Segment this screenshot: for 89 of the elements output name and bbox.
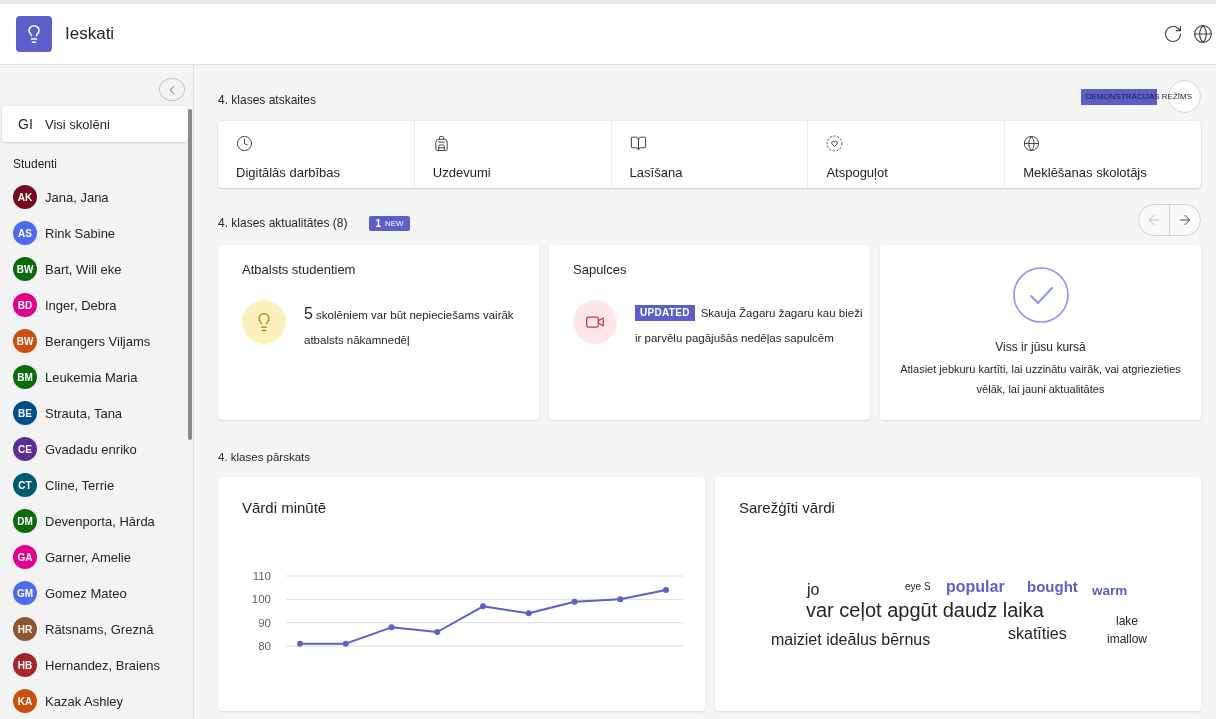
axis-label: 100 [251,593,271,606]
student-avatar: BM [13,365,37,389]
backpack-icon [432,135,450,152]
student-avatar: CE [13,437,37,461]
cloud-word: skatīties [1008,624,1067,644]
student-item[interactable]: BD Inger, Debra [2,287,188,323]
cloud-word: eye S [905,581,931,593]
check-circle-icon [1012,267,1069,323]
cloud-word: jo [807,580,820,600]
report-tile[interactable]: Digitālās darbības [218,121,415,188]
section-title: 4. klases aktualitātes (8) [218,216,348,230]
update-card[interactable]: Viss ir jūsu kursā Atlasiet jebkuru kartīti, lai uzzinātu vairāk, vai atgriezieties vēlāk, lai jauni aktualitātes [880,245,1201,420]
student-item[interactable]: BE Strauta, Tana [2,395,188,431]
app-title: Ieskati [65,24,115,44]
axis-label: 90 [258,616,271,629]
chart-title: Sarežģīti vārdi [739,499,836,517]
data-point [297,640,303,647]
card-title: Atbalsts studentiem [242,262,357,278]
student-avatar: GA [13,545,37,569]
student-avatar: GM [13,581,37,605]
student-avatar: HB [13,653,37,677]
student-item[interactable]: BM Leukemia Maria [2,359,188,395]
student-item[interactable]: GM Gomez Mateo [2,575,188,611]
student-avatar: BW [13,329,37,353]
student-avatar: DM [13,509,37,533]
new-badge: 1 NEW [369,215,410,231]
student-avatar: HR [13,617,37,641]
student-item[interactable]: GA Garner, Amelie [2,539,188,575]
arrow-left-icon [1146,212,1162,228]
student-avatar: AS [13,221,37,245]
student-avatar: KA [13,689,37,713]
card-message: 5 skolēniem var būt nepieciešams vairāk atbalsts nākamnedēļ [304,304,515,348]
report-tile[interactable]: Uzdevumi [414,121,612,188]
lightbulb-logo-icon [16,16,52,52]
report-tile[interactable]: Meklēšanas skolotājs [1005,121,1201,188]
video-camera-icon [573,300,617,344]
card-title: Viss ir jūsu kursā [995,340,1086,354]
globe-icon[interactable] [1193,24,1213,44]
student-item[interactable]: BW Berangers Viljams [2,323,188,359]
data-point [663,587,669,593]
report-tile[interactable]: Atspoguļot [808,121,1006,188]
data-point [525,610,532,617]
student-item[interactable]: HB Hernandez, Braiens [2,647,188,683]
data-point [617,596,624,603]
section-label: Studenti [13,157,59,171]
cloud-word: bought [1027,578,1078,596]
data-point [571,598,578,605]
student-item[interactable]: KA Kazak Ashley [2,683,188,719]
data-point [342,640,349,647]
chart-title: Vārdi minūtē [242,499,328,517]
update-card[interactable]: Sapulces UPDATED Skauja Žagaru žagaru kau bieži ir parvēlu pagājušās nedēļas sapulcēm [549,245,870,420]
axis-label: 80 [258,640,271,652]
data-point [388,624,395,631]
arrow-right-icon [1177,212,1193,228]
update-card[interactable]: Atbalsts studentiem 5 skolēniem var būt nepieciešams vairāk atbalsts nākamnedēļ [218,245,539,420]
student-item[interactable]: CT Cline, Terrie [2,467,188,503]
student-item[interactable]: CE Gvadadu enriko [2,431,188,467]
cloud-word: lake [1116,615,1138,629]
student-avatar: AK [13,185,37,209]
cloud-word: imallow [1107,633,1147,647]
card-message: Atlasiet jebkuru kartīti, lai uzzinātu vairāk, vai atgriezieties vēlāk, lai jauni aktualitātes [899,362,1182,397]
student-avatar: BW [13,257,37,281]
student-item[interactable]: DM Devenporta, Hārda [2,503,188,539]
book-icon [629,135,647,152]
cloud-word: warm [1092,583,1128,599]
cloud-word: popular [946,577,1005,597]
globe-icon [1023,135,1041,152]
card-message: UPDATED Skauja Žagaru žagaru kau bieži ir parvēlu pagājušās nedēļas sapulcēm [635,304,864,346]
clock-icon [236,135,253,152]
cloud-word: maiziet ideālus bērnus [771,630,931,650]
all-students-item[interactable]: GI Visi skolēni [2,106,188,142]
student-avatar: BE [13,401,37,425]
section-title: 4. klases atskaites [218,93,317,107]
student-item[interactable]: HR Rātsnams, Greznā [2,611,188,647]
lightbulb-icon [242,300,286,344]
refresh-icon[interactable] [1163,24,1183,44]
axis-label: 110 [252,570,271,582]
student-item[interactable]: AK Jana, Jana [2,179,188,215]
data-point [434,629,441,635]
section-title: 4. klases pārskats [218,450,312,464]
student-avatar: BD [13,293,37,317]
student-item[interactable]: BW Bart, Will eke [2,251,188,287]
scrollbar-thumb[interactable] [188,109,192,440]
data-point [480,603,486,610]
report-tile[interactable]: Lasīšana [611,121,809,188]
student-avatar: CT [13,473,37,497]
cloud-word: var ceļot apgūt daudz laika [806,598,1044,622]
student-item[interactable]: AS Rink Sabine [2,215,188,251]
card-title: Sapulces [573,262,628,278]
